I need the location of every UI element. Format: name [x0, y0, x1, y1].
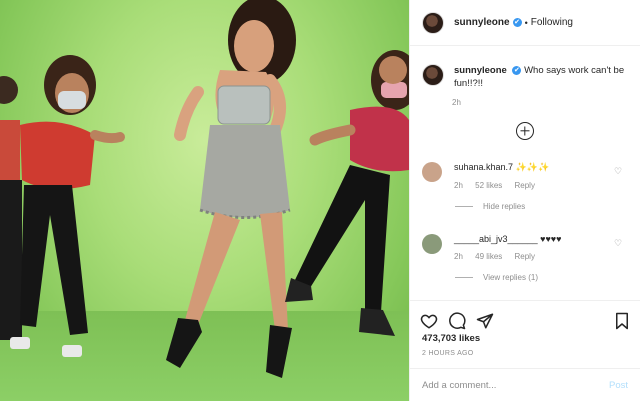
post-timestamp: 2 HOURS AGO [422, 350, 474, 357]
heart-icon[interactable] [420, 312, 438, 330]
replies-divider [455, 206, 473, 207]
comment-meta: 2h 49 likes Reply [454, 252, 628, 261]
post-sidebar: sunnyleone ✔ • Following sunnyleone ✔ Wh… [409, 0, 640, 401]
reply-button[interactable]: Reply [515, 252, 535, 261]
hide-replies-toggle[interactable]: Hide replies [455, 202, 628, 211]
comment-line: _____abi_jv3______ ♥♥♥♥ [454, 234, 628, 244]
author-avatar[interactable] [422, 11, 444, 34]
comment-heart-icon[interactable]: ♡ [614, 238, 624, 248]
view-replies-toggle[interactable]: View replies (1) [455, 273, 628, 282]
verified-badge-icon: ✔ [512, 65, 522, 75]
share-icon[interactable] [476, 312, 494, 330]
instagram-post: sunnyleone ✔ • Following sunnyleone ✔ Wh… [0, 0, 640, 401]
replies-toggle-label: View replies (1) [483, 273, 538, 282]
caption-username[interactable]: sunnyleone [454, 65, 507, 76]
bookmark-icon[interactable] [614, 312, 630, 330]
comment-username[interactable]: suhana.khan.7 [454, 162, 513, 172]
comment-item: suhana.khan.7 ✨✨✨ 2h 52 likes Reply ♡ Hi… [422, 162, 628, 211]
plus-circle-icon[interactable] [516, 122, 534, 140]
dancer-masked-right [285, 50, 409, 336]
header-separator: • [524, 17, 528, 28]
replies-divider [455, 277, 473, 278]
comment-item: _____abi_jv3______ ♥♥♥♥ 2h 49 likes Repl… [422, 234, 628, 282]
caption-avatar[interactable] [422, 64, 444, 86]
likes-count[interactable]: 473,703 likes [410, 333, 640, 344]
comment-text: ♥♥♥♥ [540, 234, 562, 244]
commenter-avatar[interactable] [422, 162, 442, 182]
post-media-video[interactable] [0, 0, 409, 401]
replies-toggle-label: Hide replies [483, 202, 526, 211]
post-actions: 473,703 likes 2 HOURS AGO Add a comment.… [410, 300, 640, 401]
verified-badge-icon: ✔ [512, 18, 522, 27]
post-caption: sunnyleone ✔ Who says work can't be fun!… [410, 46, 640, 90]
comment-heart-icon[interactable]: ♡ [614, 166, 624, 176]
comment-time: 2h [454, 181, 463, 190]
add-comment-input[interactable]: Add a comment... [422, 380, 609, 391]
author-username[interactable]: sunnyleone [454, 17, 510, 28]
commenter-avatar[interactable] [422, 234, 442, 254]
comment-meta: 2h 52 likes Reply [454, 181, 628, 190]
action-icons-row [410, 301, 640, 333]
post-comment-button[interactable]: Post [609, 380, 628, 391]
comment-line: suhana.khan.7 ✨✨✨ [454, 162, 628, 173]
comment-likes[interactable]: 49 likes [475, 252, 502, 261]
comment-likes[interactable]: 52 likes [475, 181, 502, 190]
comment-time: 2h [454, 252, 463, 261]
following-button[interactable]: Following [531, 17, 573, 28]
post-header: sunnyleone ✔ • Following [410, 0, 640, 46]
comment-text: ✨✨✨ [515, 162, 550, 172]
caption-time: 2h [452, 98, 461, 107]
caption-text-block: sunnyleone ✔ Who says work can't be fun!… [454, 64, 628, 90]
add-comment-bar: Add a comment... Post [410, 368, 640, 401]
comment-icon[interactable] [448, 312, 466, 330]
comment-username[interactable]: _____abi_jv3______ [454, 234, 538, 244]
reply-button[interactable]: Reply [515, 181, 535, 190]
